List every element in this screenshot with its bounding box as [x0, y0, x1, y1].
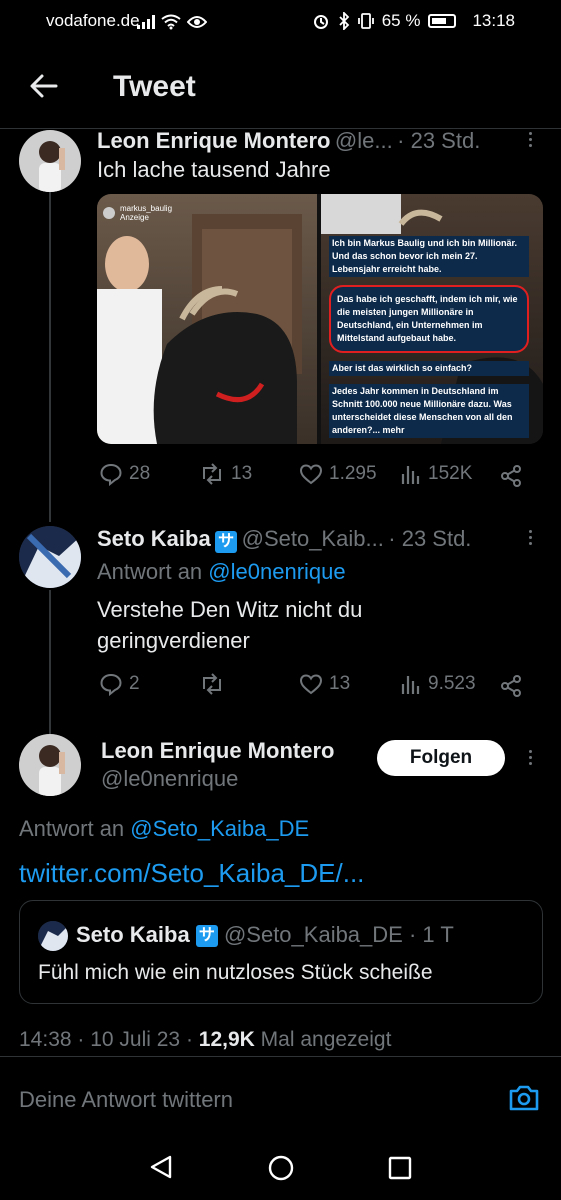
retweet-count: 13: [231, 463, 253, 484]
battery-icon: [428, 14, 457, 28]
tweet-link[interactable]: twitter.com/Seto_Kaiba_DE/...: [19, 858, 364, 889]
like-button[interactable]: 1.295: [299, 462, 377, 486]
tweet-text: Ich lache tausend Jahre: [97, 157, 331, 182]
reply-to-link[interactable]: @le0nenrique: [208, 559, 345, 584]
avatar[interactable]: [19, 734, 81, 796]
views-icon: [401, 676, 420, 694]
media-sub: Anzeige: [120, 213, 149, 222]
vibrate-icon: [357, 13, 374, 29]
tweet-seto[interactable]: Seto Kaiba サ @Seto_Kaib... · 23 Std. Ant…: [0, 522, 561, 712]
author-handle[interactable]: @le...: [335, 128, 393, 153]
quote-text: Fühl mich wie ein nutzloses Stück scheiß…: [38, 961, 433, 984]
bluetooth-icon: [339, 12, 349, 30]
nav-back-icon[interactable]: [148, 1154, 174, 1180]
quote-avatar: [38, 921, 68, 951]
tweet-time[interactable]: · 23 Std.: [397, 128, 480, 153]
quote-author-name: Seto Kaiba: [76, 922, 190, 947]
media-caption-line: Das habe ich geschafft, indem ich mir, w…: [329, 285, 529, 353]
media-caption-line: Aber ist das wirklich so einfach?: [329, 361, 529, 376]
author-handle[interactable]: @le0nenrique: [101, 766, 238, 792]
heart-icon: [299, 674, 323, 695]
reply-button[interactable]: 2: [99, 672, 140, 696]
quoted-tweet[interactable]: Seto Kaiba サ @Seto_Kaiba_DE · 1 T Fühl m…: [19, 900, 543, 1004]
follow-button[interactable]: Folgen: [377, 740, 505, 776]
status-right: 65 % 13:18: [312, 11, 515, 31]
network-icons: [137, 14, 207, 30]
reply-icon: [100, 673, 122, 696]
carrier-label: vodafone.de: [46, 11, 140, 30]
wifi-icon: [161, 14, 181, 30]
reply-count: 2: [129, 673, 140, 694]
reply-icon: [100, 463, 122, 486]
status-bar: vodafone.de 65 % 13:18: [0, 0, 561, 44]
reply-composer[interactable]: Deine Antwort twittern: [0, 1056, 561, 1130]
media-caption-line: Ich bin Markus Baulig und ich bin Millio…: [329, 236, 529, 277]
avatar[interactable]: [19, 526, 81, 588]
tweet-media[interactable]: markus_baulig Anzeige Ich bin Markus Bau…: [97, 194, 543, 444]
retweet-icon: [203, 463, 221, 485]
nav-recents-icon[interactable]: [388, 1156, 412, 1180]
reply-input[interactable]: Deine Antwort twittern: [19, 1087, 233, 1113]
tweet-time[interactable]: · 23 Std.: [388, 526, 471, 551]
retweet-button[interactable]: [199, 672, 231, 696]
like-count: 1.295: [329, 463, 377, 484]
tweet-text-line: Verstehe Den Witz nicht du: [97, 597, 363, 622]
more-icon[interactable]: [527, 530, 533, 545]
views-button[interactable]: 9.523: [400, 672, 476, 696]
media-image-right[interactable]: Ich bin Markus Baulig und ich bin Millio…: [321, 194, 543, 444]
author-handle[interactable]: @Seto_Kaib...: [242, 526, 384, 551]
share-button[interactable]: [499, 674, 523, 698]
reply-button[interactable]: 28: [99, 462, 150, 486]
share-button[interactable]: [499, 464, 523, 488]
media-caption: Ich bin Markus Baulig und ich bin Millio…: [329, 236, 529, 438]
clock: 13:18: [472, 11, 515, 30]
media-caption-line: Jedes Jahr kommen in Deutschland im Schn…: [329, 384, 529, 438]
share-icon: [501, 675, 521, 697]
views-count: 152K: [428, 463, 473, 484]
top-app-bar: Tweet: [0, 54, 561, 124]
author-name[interactable]: Leon Enrique Montero: [101, 738, 334, 764]
alarm-icon: [313, 15, 328, 29]
view-label: Mal angezeigt: [260, 1028, 392, 1051]
author-name[interactable]: Seto Kaiba: [97, 526, 211, 551]
avatar[interactable]: [19, 130, 81, 192]
views-icon: [401, 466, 420, 484]
tweet-text: Verstehe Den Witz nicht du geringverdien…: [97, 594, 362, 656]
view-count: 12,9K: [198, 1028, 255, 1051]
media-image-left[interactable]: markus_baulig Anzeige: [97, 194, 317, 444]
tweet-leon[interactable]: Leon Enrique Montero @le... · 23 Std. Ic…: [0, 128, 561, 508]
retweet-icon: [203, 673, 221, 695]
more-icon[interactable]: [527, 750, 533, 765]
tweet-timestamp[interactable]: 14:38 · 10 Juli 23 ·: [19, 1028, 193, 1051]
main-tweet: Leon Enrique Montero @le0nenrique Folgen…: [0, 730, 561, 1060]
battery-percent: 65 %: [381, 11, 421, 30]
media-account: markus_baulig: [120, 204, 173, 213]
signal-icon: [137, 15, 155, 29]
eye-icon: [187, 16, 207, 28]
like-count: 13: [329, 673, 351, 694]
views-count: 9.523: [428, 673, 476, 694]
retweet-button[interactable]: 13: [199, 462, 252, 486]
share-icon: [501, 465, 521, 487]
quote-author-handle: @Seto_Kaiba_DE: [223, 922, 403, 947]
more-icon[interactable]: [527, 132, 533, 147]
author-name[interactable]: Leon Enrique Montero: [97, 128, 330, 153]
back-arrow-icon[interactable]: [28, 70, 60, 102]
reply-to-label: Antwort an: [19, 816, 125, 841]
reply-to-label: Antwort an: [97, 559, 203, 584]
like-button[interactable]: 13: [299, 672, 350, 696]
heart-icon: [299, 464, 323, 485]
reply-count: 28: [129, 463, 151, 484]
reply-to-link[interactable]: @Seto_Kaiba_DE: [130, 816, 309, 841]
views-button[interactable]: 152K: [400, 462, 472, 486]
camera-icon[interactable]: [507, 1083, 541, 1113]
media-avatar-icon: [103, 207, 115, 219]
page-title: Tweet: [113, 70, 196, 103]
system-nav-bar: [0, 1130, 561, 1200]
quote-time: · 1 T: [408, 922, 454, 947]
tweet-text-line: geringverdiener: [97, 628, 250, 653]
verified-badge-icon: サ: [195, 925, 218, 948]
nav-home-icon[interactable]: [267, 1154, 295, 1182]
verified-badge-icon: サ: [215, 530, 238, 553]
